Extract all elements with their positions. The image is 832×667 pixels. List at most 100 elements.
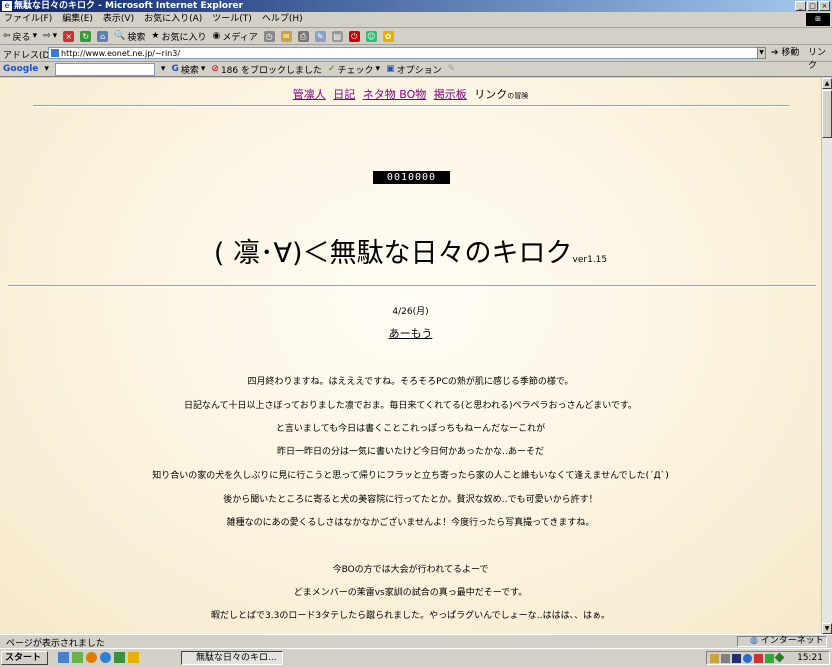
dropdown-icon[interactable]: ▾	[44, 64, 49, 74]
nav-link-admin[interactable]: 管凛人	[293, 88, 326, 101]
tray-icon[interactable]	[765, 654, 774, 663]
desktop-icon[interactable]	[58, 652, 69, 663]
go-label: 移動	[781, 48, 800, 58]
address-input[interactable]: http://www.eonet.ne.jp/~rin3/	[48, 47, 766, 59]
menu-view[interactable]: 表示(V)	[103, 12, 134, 27]
forward-button[interactable]: ⇨ ▾	[43, 31, 57, 41]
entry-paragraph: 昨日一昨日の分は一気に書いたけど今日何かあったかな‥あーそだ	[276, 447, 544, 457]
google-search-dropdown-icon[interactable]: ▾	[161, 64, 166, 74]
access-counter: 0010000	[373, 171, 450, 184]
tray-icon[interactable]	[721, 654, 730, 663]
print-icon[interactable]: ⎙	[297, 30, 309, 42]
menu-favorites[interactable]: お気に入り(A)	[144, 12, 202, 27]
entry-paragraph: 知り合いの家の犬を久しぶりに見に行こうと思って帰りにフラッと立ち寄ったら家の人こ…	[152, 471, 669, 481]
messenger-quicklaunch-icon[interactable]	[128, 652, 139, 663]
scroll-thumb[interactable]	[822, 90, 832, 138]
maximize-button[interactable]: □	[807, 1, 818, 11]
minimize-button[interactable]: _	[795, 1, 806, 11]
windows-logo-icon: ⊞	[806, 13, 830, 26]
taskbar-window-button[interactable]: 無駄な日々のキロ...	[181, 651, 283, 665]
stop-icon[interactable]: ×	[63, 30, 75, 42]
discuss-icon[interactable]: ▤	[331, 30, 343, 42]
messenger-icon[interactable]: ☺	[365, 30, 377, 42]
refresh-icon[interactable]: ↻	[80, 30, 92, 42]
tray-icon[interactable]	[754, 654, 763, 663]
media-button[interactable]: ◉ メディア	[213, 30, 258, 43]
mail-icon[interactable]: ✉	[280, 30, 292, 42]
address-dropdown-button[interactable]: ▼	[757, 47, 766, 59]
media-player-icon[interactable]	[86, 652, 97, 663]
address-url: http://www.eonet.ne.jp/~rin3/	[61, 49, 181, 58]
favorites-button[interactable]: ★ お気に入り	[151, 30, 206, 43]
options-label: オプション	[396, 65, 442, 76]
entry-paragraph: と言いましても今日は書くことこれっぽっちもねーんだなーこれが	[275, 424, 546, 434]
menu-edit[interactable]: 編集(E)	[62, 12, 93, 27]
entry-paragraph: 今BOの方では大会が行われてるよーで	[332, 565, 489, 575]
favorites-icon: ★	[151, 31, 160, 41]
edit-icon[interactable]: ✎	[314, 30, 326, 42]
back-arrow-icon: ⇦	[3, 31, 11, 41]
spellcheck-button[interactable]: ✓ チェック ▾	[328, 63, 380, 76]
options-button[interactable]: ▣ オプション	[386, 63, 442, 76]
back-button[interactable]: ⇦ 戻る ▾	[3, 30, 37, 43]
system-tray: 15:21	[706, 651, 830, 665]
entry-date: 4/26(月)	[392, 307, 429, 317]
page-content[interactable]: 管凛人 日記 ネタ物 BO物 掲示板 リンクの冒険 0010000 ( 凛･∀)…	[0, 78, 821, 634]
address-bar: アドレス(D) http://www.eonet.ne.jp/~rin3/ ▼ …	[0, 46, 832, 71]
dropdown-icon: ▾	[375, 64, 381, 74]
explorer-icon[interactable]	[72, 652, 83, 663]
scroll-up-button[interactable]: ▲	[822, 78, 832, 89]
abc-check-icon: ✓	[327, 64, 336, 74]
forward-arrow-icon: ⇨	[43, 31, 51, 41]
globe-icon: ◍	[750, 636, 758, 646]
entry-paragraph: 後から聞いたところに寄ると犬の美容院に行ってたとか。贅沢な奴め‥でも可愛いから許…	[223, 495, 598, 505]
dropdown-icon: ▾	[32, 31, 38, 41]
favorites-label: お気に入り	[161, 32, 207, 43]
start-label: スタート	[5, 653, 42, 663]
address-label: アドレス(D)	[3, 51, 53, 61]
menu-file[interactable]: ファイル(F)	[4, 12, 52, 27]
entry-paragraph: 日記なんて十日以上さぼっておりました凛でおま。毎日来てくれてる(と思われる)ペラ…	[183, 401, 638, 411]
nav-link-bbs[interactable]: 掲示板	[434, 88, 467, 101]
outlook-icon[interactable]	[114, 652, 125, 663]
search-button[interactable]: 🔍 検索	[114, 30, 145, 43]
taskbar: スタート 無駄な日々のキロ... 15:21	[0, 648, 832, 667]
options-icon: ▣	[386, 64, 395, 74]
volume-icon[interactable]	[710, 654, 719, 663]
popup-blocker-button[interactable]: ⊘ 186 をブロックしました	[211, 63, 322, 76]
site-title: ( 凛･∀)＜無駄な日々のキロクver1.15	[0, 231, 821, 270]
menu-bar: ファイル(F) 編集(E) 表示(V) お気に入り(A) ツール(T) ヘルプ(…	[0, 12, 832, 28]
vertical-scrollbar[interactable]: ▲ ▼	[821, 78, 832, 634]
go-button[interactable]: ➔ 移動	[771, 47, 799, 60]
google-search-input[interactable]	[54, 62, 155, 76]
quick-launch	[58, 652, 139, 663]
tray-icon[interactable]	[732, 654, 741, 663]
ie-quicklaunch-icon[interactable]	[100, 652, 111, 663]
google-logo[interactable]: Google	[3, 64, 38, 74]
close-button[interactable]: ×	[819, 1, 830, 11]
addon-icon[interactable]: ✿	[382, 30, 394, 42]
start-button[interactable]: スタート	[1, 651, 48, 665]
nav-link-diary[interactable]: 日記	[333, 88, 355, 101]
tray-icon[interactable]	[774, 652, 785, 663]
menu-help[interactable]: ヘルプ(H)	[262, 12, 303, 27]
block-icon[interactable]: ⏻	[348, 30, 360, 42]
scroll-down-button[interactable]: ▼	[822, 623, 832, 634]
divider	[33, 105, 789, 107]
back-label: 戻る	[12, 32, 31, 43]
google-search-button[interactable]: G 検索 ▾	[171, 63, 205, 76]
nav-link-links[interactable]: リンクの冒険	[474, 88, 528, 101]
network-icon[interactable]	[743, 654, 752, 663]
standard-toolbar: ⇦ 戻る ▾ ⇨ ▾ × ↻ ⌂ 🔍 検索 ★ お気に入り ◉ メディア ◷ ✉…	[0, 28, 832, 45]
nav-link-neta[interactable]: ネタ物 BO物	[363, 88, 427, 101]
go-arrow-icon: ➔	[771, 48, 779, 58]
entry-title-link[interactable]: あーもう	[389, 327, 433, 340]
divider	[8, 285, 816, 287]
spellcheck-label: チェック	[337, 65, 374, 76]
history-icon[interactable]: ◷	[263, 30, 275, 42]
window-titlebar[interactable]: e 無駄な日々のキロク - Microsoft Internet Explore…	[0, 0, 832, 12]
window-controls: _ □ ×	[795, 1, 830, 11]
highlighter-icon[interactable]: ✎	[448, 64, 456, 74]
home-icon[interactable]: ⌂	[97, 30, 109, 42]
menu-tools[interactable]: ツール(T)	[212, 12, 252, 27]
